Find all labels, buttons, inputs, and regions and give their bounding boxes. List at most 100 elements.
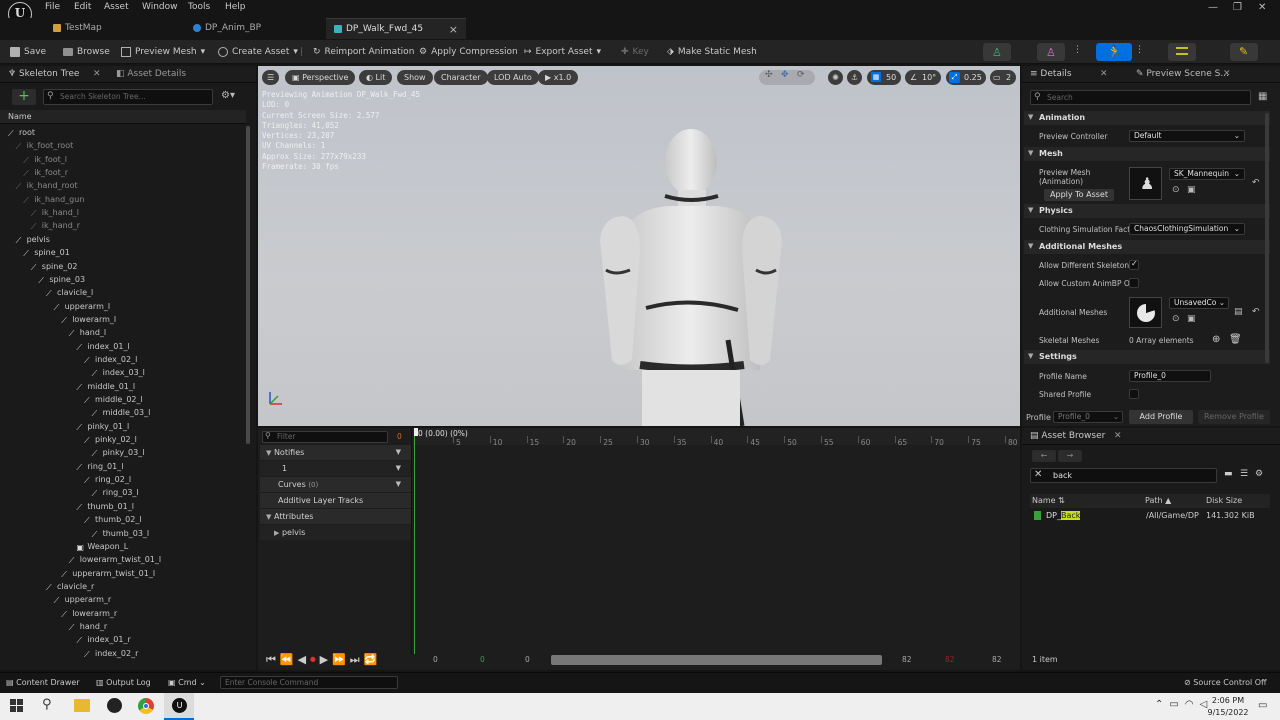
profile-dropdown[interactable]: Profile_0 ⌄ xyxy=(1053,411,1123,423)
transform-tools[interactable]: ✣ ✥ ⟳ xyxy=(759,70,815,85)
bone-spine-02[interactable]: ⟋ spine_02 xyxy=(31,261,78,273)
step-forward-icon[interactable]: ⏩ xyxy=(332,653,350,666)
back-arrow-icon[interactable]: ← xyxy=(1032,450,1056,462)
key-button[interactable]: ✚ Key xyxy=(621,40,649,64)
skip-to-end-icon[interactable]: ⏭ xyxy=(350,653,364,666)
clock-date[interactable]: 9/15/2022 xyxy=(1205,708,1251,717)
file-explorer-icon[interactable] xyxy=(74,699,90,712)
add-element-icon[interactable]: ⊕ xyxy=(1212,334,1220,345)
shared-profile-checkbox[interactable] xyxy=(1129,389,1139,399)
camera-speed-button[interactable]: ▭ 2 xyxy=(990,70,1016,85)
mesh-thumbnail[interactable]: ♟ xyxy=(1129,167,1162,200)
details-search-input[interactable]: Search xyxy=(1030,90,1251,105)
reimport-animation-button[interactable]: ↻ Reimport Animation xyxy=(313,40,414,64)
lit-button[interactable]: ◐ Lit xyxy=(359,70,393,85)
save-search-icon[interactable]: ▬ xyxy=(1224,469,1233,479)
property-matrix-icon[interactable]: ▦ xyxy=(1258,91,1267,102)
menu-edit[interactable]: Edit xyxy=(74,2,91,12)
source-control-button[interactable]: ⊘ Source Control Off xyxy=(1184,678,1267,687)
character-button[interactable]: Character xyxy=(434,70,488,85)
scale-snap-button[interactable]: ⤢ 0.25 xyxy=(946,70,986,85)
animation-mode-button[interactable]: 🏃 xyxy=(1096,43,1132,61)
use-selected-icon-2[interactable]: ⊙ xyxy=(1172,314,1180,324)
bone-ring-01-l[interactable]: ⟋ ring_01_l xyxy=(76,461,123,473)
play-reverse-icon[interactable]: ◀ xyxy=(298,653,310,666)
bone-upperarm-l[interactable]: ⟋ upperarm_l xyxy=(54,301,111,313)
play-icon[interactable]: ▶ xyxy=(320,653,332,666)
attributes-track[interactable]: ▼ Attributes xyxy=(260,509,411,524)
filter-icon[interactable]: ☰ xyxy=(1240,469,1248,479)
surface-snap-icon[interactable]: ⚓ xyxy=(847,70,862,85)
section-settings[interactable]: Settings xyxy=(1024,350,1270,364)
section-physics[interactable]: Physics xyxy=(1024,204,1270,218)
bone-ik-hand-r[interactable]: ⟋ ik_hand_r xyxy=(31,220,80,232)
bone-ik-foot-l[interactable]: ⟋ ik_foot_l xyxy=(23,154,67,166)
preview-controller-dropdown[interactable]: Default ⌄ xyxy=(1129,130,1245,142)
grid-snap-button[interactable]: ▦ 50 xyxy=(867,70,901,85)
additional-mesh-thumbnail[interactable] xyxy=(1129,297,1162,328)
physics-mode-button[interactable]: ✎ xyxy=(1230,43,1258,61)
playback-end[interactable]: 82 xyxy=(945,655,955,664)
bone-index-01-l[interactable]: ⟋ index_01_l xyxy=(76,341,129,353)
tab-asset-browser[interactable]: ▤ Asset Browser xyxy=(1030,428,1105,445)
allow-different-skeleton-checkbox[interactable]: ✓ xyxy=(1129,259,1139,270)
section-additional-meshes[interactable]: Additional Meshes xyxy=(1024,240,1270,254)
column-path[interactable]: Path ▲ xyxy=(1145,496,1171,505)
skeleton-search-input[interactable]: Search Skeleton Tree... xyxy=(43,89,213,105)
bone-pelvis[interactable]: ⟋ pelvis xyxy=(16,234,50,246)
menu-tools[interactable]: Tools xyxy=(188,2,210,12)
close-details-tab-icon[interactable]: ✕ xyxy=(1100,66,1108,83)
allow-custom-animbp-checkbox[interactable] xyxy=(1129,278,1139,288)
close-asset-browser-icon[interactable]: ✕ xyxy=(1114,428,1122,445)
tab-dp-anim-bp[interactable]: DP_Anim_BP xyxy=(185,18,325,39)
bone-pinky-03-l[interactable]: ⟋ pinky_03_l xyxy=(92,447,145,459)
perspective-button[interactable]: ▣ Perspective xyxy=(285,70,356,85)
chevron-up-icon[interactable]: ⌃ xyxy=(1155,699,1169,710)
export-asset-button[interactable]: ↦ Export Asset ▾ xyxy=(524,40,601,64)
notifications-icon[interactable]: ▭ xyxy=(1258,700,1267,711)
lod-button[interactable]: LOD Auto xyxy=(487,70,539,85)
curves-track[interactable]: Curves (0) ▼ xyxy=(260,477,411,492)
bone-spine-01[interactable]: ⟋ spine_01 xyxy=(23,247,70,259)
playback-start[interactable]: 0 xyxy=(480,655,485,664)
bone-ik-hand-l[interactable]: ⟋ ik_hand_l xyxy=(31,207,79,219)
view-start[interactable]: 0 xyxy=(525,655,530,664)
chrome-icon[interactable] xyxy=(138,698,154,714)
skeleton-scrollbar[interactable] xyxy=(246,126,250,444)
tab-dp-walk-fwd-45[interactable]: DP_Walk_Fwd_45 × xyxy=(326,18,466,39)
bone-lowerarm-twist-01-l[interactable]: ⟋ lowerarm_twist_01_l xyxy=(69,554,161,566)
output-log-button[interactable]: ▥ Output Log xyxy=(96,678,151,687)
clear-search-icon[interactable]: ✕ xyxy=(1034,469,1042,480)
tab-details[interactable]: ≡ Details xyxy=(1030,66,1072,83)
close-window-button[interactable]: ✕ xyxy=(1258,2,1266,13)
preview-mesh-dropdown[interactable]: SK_Mannequin ⌄ xyxy=(1169,168,1245,180)
unreal-editor-taskbar-item[interactable]: U xyxy=(164,693,194,720)
bone-thumb-01-l[interactable]: ⟋ thumb_01_l xyxy=(76,501,134,513)
clothing-sim-dropdown[interactable]: ChaosClothingSimulation ⌄ xyxy=(1129,223,1245,235)
bone-pinky-01-l[interactable]: ⟋ pinky_01_l xyxy=(76,421,129,433)
bone-lowerarm-l[interactable]: ⟋ lowerarm_l xyxy=(61,314,116,326)
bone-hand-l[interactable]: ⟋ hand_l xyxy=(69,327,106,339)
bone-middle-01-l[interactable]: ⟋ middle_01_l xyxy=(76,381,135,393)
section-mesh[interactable]: Mesh xyxy=(1024,147,1270,161)
tab-preview-scene[interactable]: ✎ Preview Scene S... xyxy=(1136,66,1229,83)
bone-ik-hand-gun[interactable]: ⟋ ik_hand_gun xyxy=(23,194,84,206)
tab-asset-details[interactable]: ◧ Asset Details xyxy=(116,66,186,83)
bone-ik-hand-root[interactable]: ⟋ ik_hand_root xyxy=(16,180,78,192)
bone-spine-03[interactable]: ⟋ spine_03 xyxy=(38,274,85,286)
notifies-track[interactable]: ▼ Notifies ▼ xyxy=(260,445,411,460)
bone-weapon-l[interactable]: ▣ Weapon_L xyxy=(76,541,128,553)
forward-arrow-icon[interactable]: → xyxy=(1058,450,1082,462)
bone-middle-02-l[interactable]: ⟋ middle_02_l xyxy=(84,394,143,406)
apply-compression-button[interactable]: ⚙ Apply Compression xyxy=(419,40,518,64)
playhead-handle[interactable] xyxy=(414,428,418,436)
unreal-launcher-icon[interactable] xyxy=(107,698,122,713)
browse-button[interactable]: Browse xyxy=(63,40,110,64)
add-profile-button[interactable]: Add Profile xyxy=(1129,410,1193,424)
bone-clavicle-r[interactable]: ⟋ clavicle_r xyxy=(46,581,94,593)
more-options-icon-2[interactable]: ⋮ xyxy=(1135,45,1144,55)
view-end[interactable]: 82 xyxy=(902,655,912,664)
menu-asset[interactable]: Asset xyxy=(104,2,129,12)
delete-icon[interactable]: 🗑 xyxy=(1229,334,1242,345)
loop-icon[interactable]: 🔁 xyxy=(364,653,382,666)
